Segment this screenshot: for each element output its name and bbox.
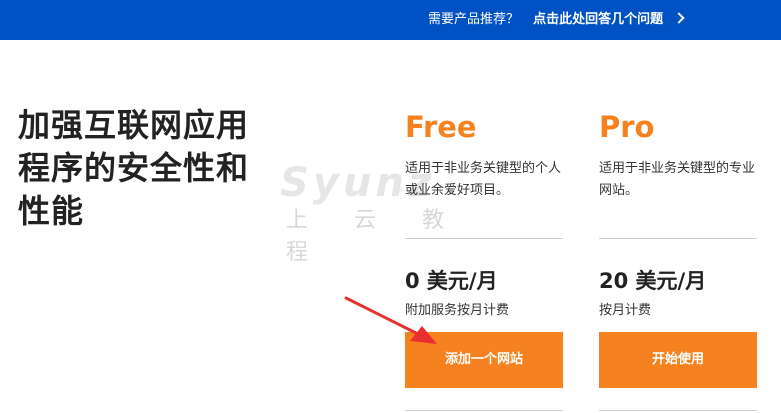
banner-question: 需要产品推荐？ bbox=[428, 12, 520, 27]
divider bbox=[405, 238, 563, 239]
plan-description: 适用于非业务关键型的个人或业余爱好项目。 bbox=[405, 161, 562, 198]
plan-billing-note: 附加服务按月计费 bbox=[405, 303, 510, 318]
plan-billing-note: 按月计费 bbox=[599, 303, 652, 318]
divider bbox=[405, 410, 563, 411]
plan-price: 0 美元/月 bbox=[405, 269, 498, 293]
plan-card-free: Free 适用于非业务关键型的个人或业余爱好项目。 0 美元/月 附加服务按月计… bbox=[405, 108, 563, 411]
plan-card-pro: Pro 适用于非业务关键型的专业网站。 20 美元/月 按月计费 开始使用 bbox=[599, 108, 757, 411]
top-banner: 需要产品推荐？ 点击此处回答几个问题 bbox=[0, 0, 781, 40]
plan-description: 适用于非业务关键型的专业网站。 bbox=[599, 161, 756, 198]
plan-name: Free bbox=[405, 110, 477, 144]
divider bbox=[599, 410, 757, 411]
chevron-right-icon[interactable] bbox=[673, 12, 685, 24]
get-started-button[interactable]: 开始使用 bbox=[599, 332, 757, 388]
banner-content[interactable]: 需要产品推荐？ 点击此处回答几个问题 bbox=[428, 0, 685, 40]
page-headline: 加强互联网应用程序的安全性和性能 bbox=[18, 106, 250, 230]
divider bbox=[599, 238, 757, 239]
banner-link[interactable]: 点击此处回答几个问题 bbox=[533, 12, 663, 27]
plan-price: 20 美元/月 bbox=[599, 269, 707, 293]
add-website-button[interactable]: 添加一个网站 bbox=[405, 332, 563, 388]
plan-name: Pro bbox=[599, 110, 655, 144]
